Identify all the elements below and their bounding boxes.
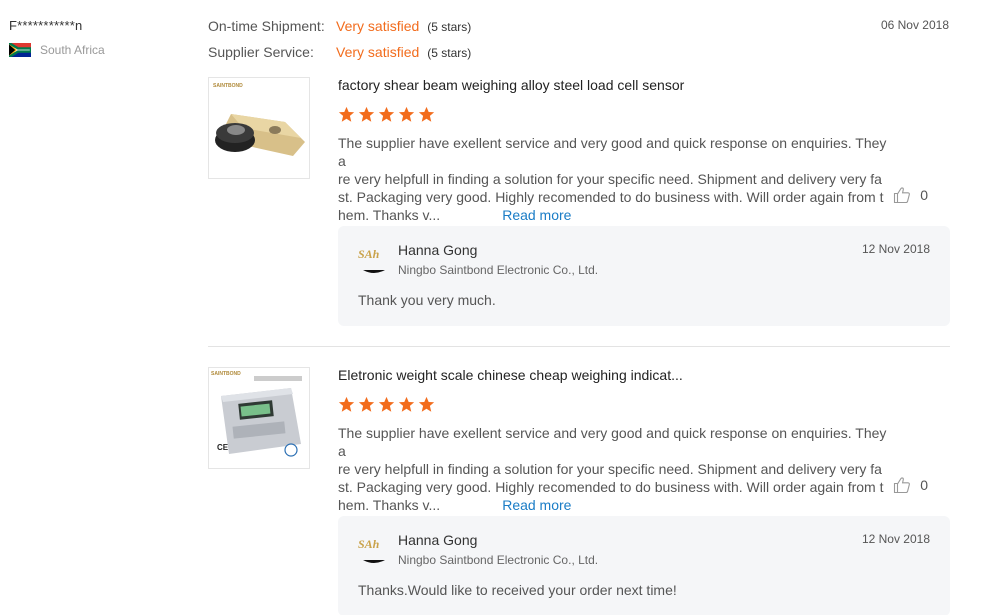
review-line: re very helpfull in finding a solution f… bbox=[338, 461, 882, 477]
reply-header: SAh Hanna Gong Ningbo Saintbond Electron… bbox=[358, 532, 598, 567]
reply-author: Hanna Gong Ningbo Saintbond Electronic C… bbox=[398, 532, 598, 567]
rating-row-shipment: On-time Shipment: Very satisfied (5 star… bbox=[208, 18, 471, 44]
buyer-country: South Africa bbox=[9, 43, 189, 57]
thumbs-up-icon bbox=[894, 187, 911, 204]
rating-value: Very satisfied bbox=[336, 18, 420, 34]
weighing-indicator-image: SAINTBOND CE bbox=[211, 371, 302, 457]
review-text: The supplier have exellent service and v… bbox=[338, 134, 890, 224]
svg-text:CE: CE bbox=[217, 443, 229, 452]
rating-value: Very satisfied bbox=[336, 44, 420, 60]
supplier-logo-icon: SAh bbox=[358, 247, 385, 273]
product-review-body: factory shear beam weighing alloy steel … bbox=[338, 77, 898, 224]
rating-row-service: Supplier Service: Very satisfied (5 star… bbox=[208, 44, 471, 70]
svg-text:SAh: SAh bbox=[358, 537, 380, 551]
thumb-brand: SAINTBOND bbox=[211, 371, 241, 377]
review-line: st. Packaging very good. Highly recomend… bbox=[338, 479, 884, 495]
reply-author: Hanna Gong Ningbo Saintbond Electronic C… bbox=[398, 242, 598, 277]
thumbs-up-icon bbox=[894, 477, 911, 494]
supplier-ratings: On-time Shipment: Very satisfied (5 star… bbox=[208, 18, 471, 70]
product-review: SAINTBOND factory shear beam weighing al… bbox=[208, 77, 950, 327]
star-icon bbox=[378, 396, 395, 412]
review-line: The supplier have exellent service and v… bbox=[338, 425, 887, 459]
review-line-last: hem. Thanks v... Read more bbox=[338, 496, 890, 514]
country-name: South Africa bbox=[40, 43, 105, 57]
reply-date: 12 Nov 2018 bbox=[861, 242, 930, 256]
review-line: hem. Thanks v... bbox=[338, 207, 441, 223]
star-icon bbox=[358, 396, 375, 412]
south-africa-flag-icon bbox=[9, 43, 31, 57]
product-thumbnail[interactable]: SAINTBOND bbox=[208, 77, 310, 179]
review-text: The supplier have exellent service and v… bbox=[338, 424, 890, 514]
rating-label: On-time Shipment: bbox=[208, 18, 325, 34]
reply-text: Thank you very much. bbox=[358, 292, 496, 308]
supplier-logo-icon: SAh bbox=[358, 537, 385, 563]
reply-company: Ningbo Saintbond Electronic Co., Ltd. bbox=[398, 263, 599, 277]
product-thumbnail[interactable]: SAINTBOND CE bbox=[208, 367, 310, 469]
star-icon bbox=[418, 396, 435, 412]
read-more-link[interactable]: Read more bbox=[502, 497, 571, 513]
svg-text:SAh: SAh bbox=[358, 247, 380, 261]
star-icon bbox=[378, 106, 395, 122]
product-rating-stars bbox=[338, 106, 898, 126]
review-line: hem. Thanks v... bbox=[338, 497, 441, 513]
star-icon bbox=[418, 106, 435, 122]
review-line: The supplier have exellent service and v… bbox=[338, 135, 887, 169]
star-icon bbox=[398, 396, 415, 412]
read-more-link[interactable]: Read more bbox=[502, 207, 571, 223]
star-icon bbox=[338, 396, 355, 412]
product-review-body: Eletronic weight scale chinese cheap wei… bbox=[338, 367, 898, 514]
rating-stars-text: (5 stars) bbox=[427, 46, 472, 60]
reply-author-name: Hanna Gong bbox=[398, 242, 478, 258]
supplier-reply: SAh Hanna Gong Ningbo Saintbond Electron… bbox=[338, 226, 950, 326]
thumb-brand: SAINTBOND bbox=[213, 83, 243, 89]
like-button[interactable]: 0 bbox=[893, 186, 928, 204]
star-icon bbox=[358, 106, 375, 122]
star-icon bbox=[398, 106, 415, 122]
product-title[interactable]: factory shear beam weighing alloy steel … bbox=[338, 77, 898, 95]
review-divider bbox=[208, 346, 950, 347]
reply-company: Ningbo Saintbond Electronic Co., Ltd. bbox=[398, 553, 599, 567]
supplier-reply: SAh Hanna Gong Ningbo Saintbond Electron… bbox=[338, 516, 950, 615]
reply-header: SAh Hanna Gong Ningbo Saintbond Electron… bbox=[358, 242, 598, 277]
rating-stars-text: (5 stars) bbox=[427, 20, 472, 34]
like-count: 0 bbox=[920, 187, 928, 203]
rating-label: Supplier Service: bbox=[208, 44, 314, 60]
load-cell-image: SAINTBOND bbox=[213, 83, 305, 156]
review-line: st. Packaging very good. Highly recomend… bbox=[338, 189, 884, 205]
product-title[interactable]: Eletronic weight scale chinese cheap wei… bbox=[338, 367, 898, 385]
like-button[interactable]: 0 bbox=[893, 476, 928, 494]
reply-author-name: Hanna Gong bbox=[398, 532, 478, 548]
reply-date: 12 Nov 2018 bbox=[861, 532, 930, 546]
reply-text: Thanks.Would like to received your order… bbox=[358, 582, 677, 598]
like-count: 0 bbox=[920, 477, 928, 493]
product-review: SAINTBOND CE Eletronic weight scale chin… bbox=[208, 367, 950, 615]
review-date: 06 Nov 2018 bbox=[880, 18, 949, 32]
product-rating-stars bbox=[338, 396, 898, 416]
star-icon bbox=[338, 106, 355, 122]
review-line-last: hem. Thanks v... Read more bbox=[338, 206, 890, 224]
review-line: re very helpfull in finding a solution f… bbox=[338, 171, 882, 187]
buyer-info: F***********n South Africa bbox=[9, 18, 189, 57]
buyer-name: F***********n bbox=[9, 18, 83, 33]
